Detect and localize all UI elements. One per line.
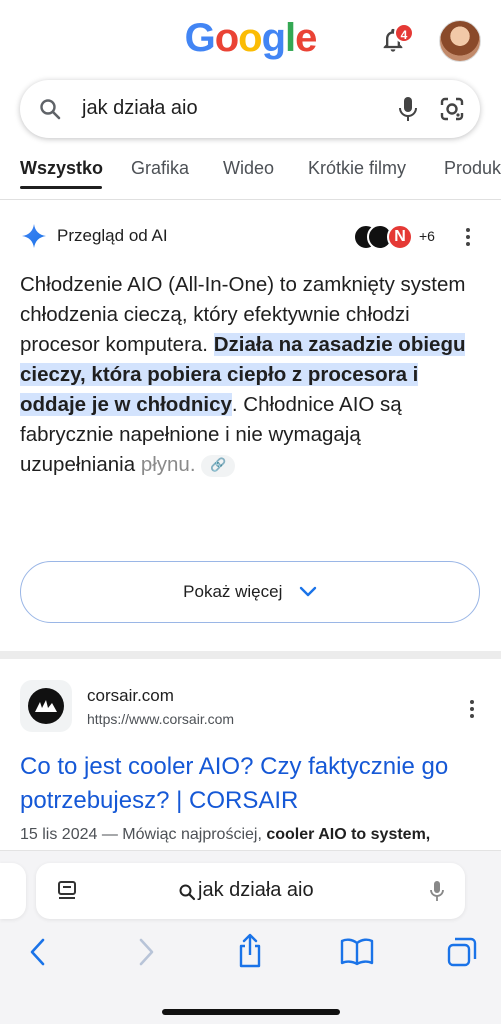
logo-letter: g <box>261 16 286 60</box>
ai-sparkle-icon <box>22 224 46 248</box>
logo-letter: G <box>184 16 216 60</box>
share-icon[interactable] <box>236 933 264 969</box>
browser-bottom-bar: jak działa aio <box>0 850 501 1024</box>
search-tabs: Wszystko Grafika Wideo Krótkie filmy Pro… <box>0 150 501 192</box>
section-separator <box>0 651 501 659</box>
back-arrow-icon[interactable] <box>28 937 48 967</box>
home-indicator[interactable] <box>162 1009 340 1015</box>
tab-videos[interactable]: Wideo <box>223 158 274 179</box>
voice-search-mic-icon[interactable] <box>396 95 420 123</box>
account-avatar[interactable] <box>439 20 481 62</box>
google-header: Google 4 <box>0 0 501 78</box>
result-snippet-text: — Mówiąc najprościej, <box>97 826 267 843</box>
bookmarks-icon[interactable] <box>340 937 374 967</box>
previous-tab-address-bar[interactable] <box>0 863 26 919</box>
address-mic-icon[interactable] <box>428 879 446 903</box>
ai-text-faded: płynu. <box>140 453 196 476</box>
page-menu-icon[interactable] <box>56 880 80 902</box>
search-query-text[interactable]: jak działa aio <box>82 97 198 120</box>
link-chip-icon[interactable]: 🔗 <box>201 454 236 477</box>
ai-sources-stack[interactable]: N <box>353 224 415 250</box>
tab-products[interactable]: Produkty <box>444 158 501 179</box>
search-icon <box>40 99 61 120</box>
result-snippet: 15 lis 2024 — Mówiąc najprościej, cooler… <box>20 826 490 844</box>
active-tab-indicator <box>20 186 102 189</box>
tabs-divider <box>0 199 501 200</box>
forward-arrow-icon[interactable] <box>136 937 156 967</box>
logo-letter: o <box>238 16 262 60</box>
tab-all[interactable]: Wszystko <box>20 158 103 179</box>
address-search-icon <box>179 884 196 901</box>
google-logo[interactable]: Google <box>0 16 501 61</box>
browser-toolbar <box>0 933 501 973</box>
more-sources-count[interactable]: +6 <box>419 228 435 244</box>
logo-letter: e <box>295 16 317 60</box>
tab-short-videos[interactable]: Krótkie filmy <box>308 158 406 179</box>
show-more-label: Pokaż więcej <box>183 582 283 601</box>
result-snippet-bold: cooler AIO to system, <box>266 826 431 843</box>
logo-letter: l <box>285 16 296 60</box>
tab-images[interactable]: Grafika <box>131 158 189 179</box>
result-site-name[interactable]: corsair.com <box>87 686 174 706</box>
search-bar[interactable]: jak działa aio <box>20 80 480 138</box>
source-n-icon: N <box>387 224 413 250</box>
corsair-favicon-icon[interactable] <box>20 680 72 732</box>
ai-overview-header: Przegląd od AI N +6 <box>20 222 481 252</box>
result-date: 15 lis 2024 <box>20 826 98 843</box>
address-bar[interactable]: jak działa aio <box>36 863 465 919</box>
google-lens-icon[interactable] <box>438 95 466 123</box>
ai-overview-fade <box>0 500 501 570</box>
address-text[interactable]: jak działa aio <box>198 879 314 902</box>
result-url[interactable]: https://www.corsair.com <box>87 711 234 727</box>
ai-overview-title: Przegląd od AI <box>57 226 168 245</box>
tabs-overview-icon[interactable] <box>447 937 477 967</box>
show-more-button[interactable]: Pokaż więcej <box>20 561 480 623</box>
ai-overview-more-icon[interactable] <box>464 226 472 248</box>
result-more-icon[interactable] <box>468 698 476 720</box>
chevron-down-icon <box>299 586 317 596</box>
logo-letter: o <box>214 16 239 60</box>
notification-count-badge: 4 <box>394 23 414 43</box>
ai-overview-text: Chłodzenie AIO (All-In-One) to zamknięty… <box>20 270 481 480</box>
result-title-link[interactable]: Co to jest cooler AIO? Czy faktycznie go… <box>20 750 481 818</box>
